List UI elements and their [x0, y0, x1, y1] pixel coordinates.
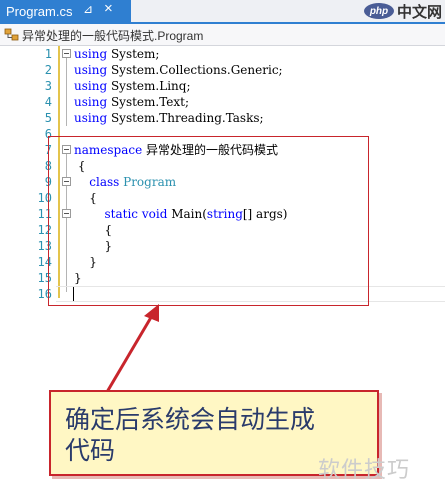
line-number: 2	[44, 63, 52, 77]
callout-line-1: 确定后系统会自动生成	[65, 405, 316, 434]
keyword-using: using	[74, 47, 108, 61]
tab-title: Program.cs	[6, 3, 73, 19]
line-number: 4	[44, 95, 52, 109]
class-icon	[4, 28, 19, 41]
php-logo-mark: php	[364, 3, 394, 19]
code-text: using System.Collections.Generic;	[74, 63, 283, 77]
close-icon[interactable]: ×	[104, 0, 113, 17]
highlight-box	[48, 136, 369, 306]
pin-icon[interactable]: ⊿	[83, 2, 93, 16]
line-number: 1	[44, 47, 52, 61]
line-number: 3	[44, 79, 52, 93]
watermark: 软件技巧	[318, 458, 411, 483]
code-text: using System.Threading.Tasks;	[74, 111, 264, 125]
code-text: using System;	[74, 47, 160, 61]
code-line: 3 using System.Linq;	[0, 78, 445, 94]
tab-program-cs[interactable]: Program.cs ⊿ ×	[0, 0, 131, 22]
document-tab-strip: Program.cs ⊿ × php 中文网	[0, 0, 445, 24]
collapse-icon[interactable]	[62, 49, 71, 58]
code-line: 2 using System.Collections.Generic;	[0, 62, 445, 78]
arrow-icon	[105, 304, 159, 393]
code-line: 5 using System.Threading.Tasks;	[0, 110, 445, 126]
code-line: 4 using System.Text;	[0, 94, 445, 110]
code-line: 1 using System;	[0, 46, 445, 62]
php-cn-logo: php 中文网	[364, 0, 445, 22]
code-text: using System.Linq;	[74, 79, 191, 93]
line-number: 5	[44, 111, 52, 125]
php-logo-name: 中文网	[397, 2, 443, 21]
code-text: using System.Text;	[74, 95, 190, 109]
navigation-bar[interactable]: 异常处理的一般代码模式.Program	[0, 24, 445, 46]
navigation-path: 异常处理的一般代码模式.Program	[22, 29, 204, 43]
